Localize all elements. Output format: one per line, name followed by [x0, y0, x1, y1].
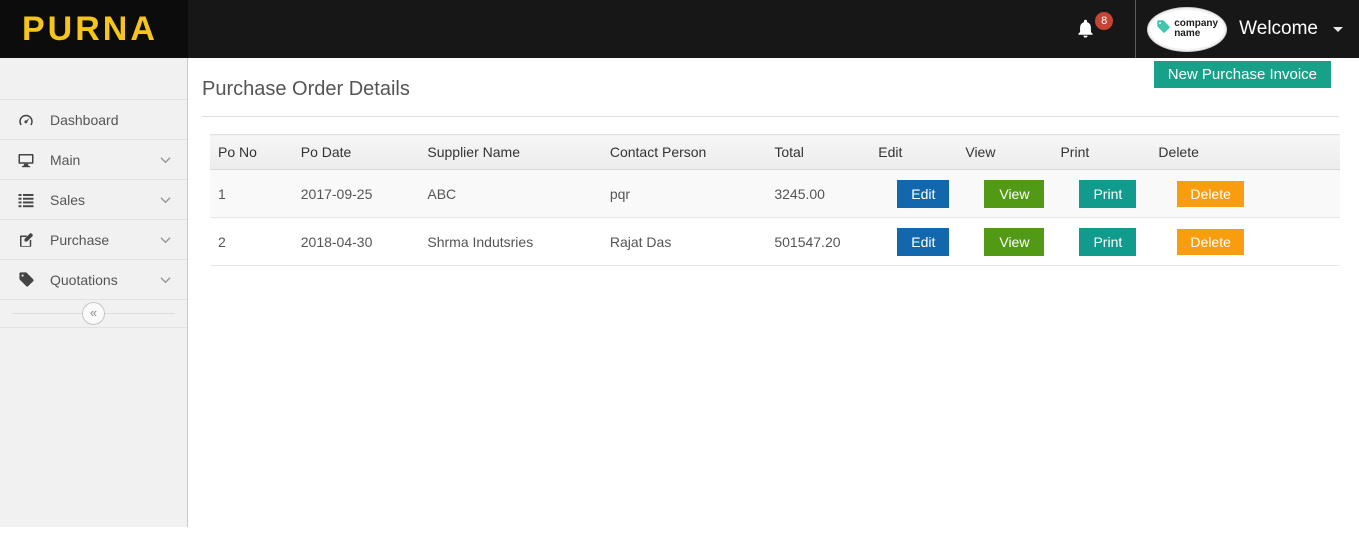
sidebar-item-main[interactable]: Main [0, 140, 187, 180]
cell-supplier-name: Shrma Indutsries [419, 217, 602, 266]
list-icon [17, 191, 35, 209]
column-header-po-no: Po No [210, 134, 293, 170]
cell-po-no: 1 [210, 169, 293, 218]
view-button[interactable]: View [984, 179, 1045, 208]
user-menu[interactable]: company name Welcome [1135, 0, 1359, 58]
table-body: 1 2017-09-25 ABC pqr 3245.00 Edit View Print Del… [210, 169, 1340, 266]
notification-badge: 8 [1095, 12, 1114, 30]
edit-button[interactable]: Edit [897, 227, 950, 256]
delete-button[interactable]: Delete [1177, 228, 1244, 255]
desktop-icon [17, 151, 35, 169]
cell-edit-action: Edit [870, 217, 958, 266]
chevron-down-icon [160, 156, 171, 164]
cell-total: 3245.00 [766, 169, 871, 218]
cell-po-date: 2018-04-30 [292, 217, 420, 266]
header-right: 8 company name Welcome [188, 0, 1359, 58]
table-head: Po No Po Date Supplier Name Contact Person T… [210, 134, 1340, 170]
chevron-down-icon [160, 276, 171, 284]
sidebar-item-dashboard[interactable]: Dashboard [0, 100, 187, 140]
column-header-delete: Delete [1150, 134, 1340, 170]
sidebar-item-quotations[interactable]: Quotations [0, 260, 187, 300]
chevron-down-icon [160, 196, 171, 204]
company-logo: company name [1148, 7, 1227, 51]
cell-view-action: View [957, 169, 1053, 218]
cell-contact-person: pqr [601, 169, 767, 218]
sidebar-item-sales[interactable]: Sales [0, 180, 187, 220]
sidebar-spacer [0, 58, 187, 100]
notifications-button[interactable]: 8 [1075, 12, 1114, 44]
print-button[interactable]: Print [1079, 179, 1137, 208]
column-header-supplier-name: Supplier Name [419, 134, 602, 170]
table-row: 1 2017-09-25 ABC pqr 3245.00 Edit View Print Del… [210, 169, 1340, 218]
column-header-total: Total [766, 134, 871, 170]
delete-button[interactable]: Delete [1177, 180, 1244, 207]
app-logo[interactable]: PURNA [0, 0, 188, 58]
sidebar-item-purchase[interactable]: Purchase [0, 220, 187, 260]
cell-view-action: View [957, 217, 1053, 266]
tag-icon [1156, 19, 1171, 39]
purchase-order-table-wrap: Po No Po Date Supplier Name Contact Person T… [210, 134, 1340, 266]
sidebar-menu: Dashboard Main Sales Purchase Quotations [0, 100, 187, 300]
cell-po-date: 2017-09-25 [292, 169, 420, 218]
cell-contact-person: Rajat Das [601, 217, 767, 266]
column-header-contact-person: Contact Person [601, 134, 767, 170]
sidebar-item-label: Purchase [50, 231, 110, 248]
cell-po-no: 2 [210, 217, 293, 266]
cell-edit-action: Edit [870, 169, 958, 218]
chevron-down-icon [160, 236, 171, 244]
sidebar-item-label: Main [50, 151, 81, 168]
sidebar-collapse-button[interactable]: « [82, 302, 105, 325]
cell-print-action: Print [1052, 217, 1151, 266]
table-row: 2 2018-04-30 Shrma Indutsries Rajat Das 5015… [210, 217, 1340, 266]
welcome-label: Welcome [1239, 18, 1318, 39]
column-header-po-date: Po Date [292, 134, 420, 170]
dashboard-icon [17, 111, 35, 129]
sidebar-collapse-row: « [0, 300, 187, 328]
edit-button[interactable]: Edit [897, 179, 950, 208]
main-content: New Purchase Invoice Purchase Order Deta… [188, 58, 1359, 527]
column-header-print: Print [1052, 134, 1151, 170]
cell-delete-action: Delete [1150, 169, 1340, 218]
cell-supplier-name: ABC [419, 169, 602, 218]
cell-delete-action: Delete [1150, 217, 1340, 266]
top-header: PURNA 8 company name Welcome [0, 0, 1359, 58]
caret-down-icon [1333, 26, 1343, 32]
company-logo-text: company name [1174, 18, 1219, 39]
sidebar-item-label: Sales [50, 191, 86, 208]
tag-icon [17, 271, 35, 288]
sidebar-item-label: Dashboard [50, 111, 119, 128]
sidebar: Dashboard Main Sales Purchase Quotations « [0, 58, 188, 527]
app-logo-text: PURNA [22, 10, 158, 48]
bell-icon [1075, 19, 1096, 44]
column-header-view: View [957, 134, 1053, 170]
edit-square-icon [17, 231, 35, 249]
sidebar-item-label: Quotations [50, 271, 118, 288]
view-button[interactable]: View [984, 227, 1045, 256]
cell-print-action: Print [1052, 169, 1151, 218]
column-header-edit: Edit [870, 134, 958, 170]
print-button[interactable]: Print [1079, 227, 1137, 256]
new-purchase-invoice-button[interactable]: New Purchase Invoice [1153, 61, 1331, 88]
cell-total: 501547.20 [766, 217, 871, 266]
purchase-order-table: Po No Po Date Supplier Name Contact Person T… [210, 134, 1340, 266]
